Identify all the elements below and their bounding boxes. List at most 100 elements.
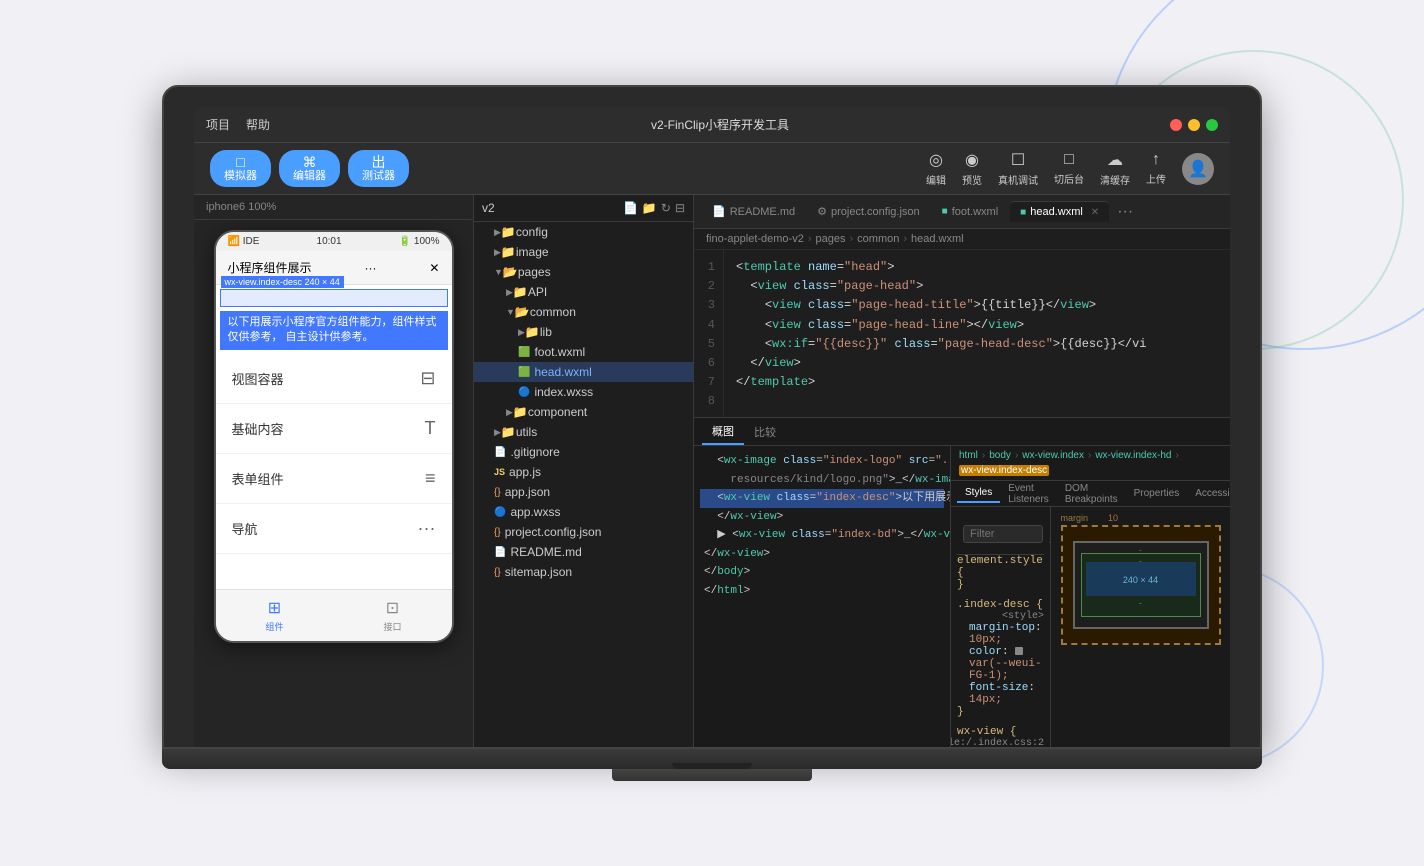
more-tabs-icon[interactable]: ··· (1111, 203, 1139, 221)
nav-interface[interactable]: ⊡ 接口 (334, 590, 452, 641)
stab-styles[interactable]: Styles (957, 484, 1000, 503)
editor-area: 📄 README.md ⚙ project.config.json ■ foot… (694, 195, 1230, 747)
tree-item-label: app.wxss (510, 505, 560, 519)
clear-cache-action[interactable]: ☁ 清缓存 (1100, 150, 1130, 187)
tree-item-label: pages (518, 265, 551, 279)
phone-header-close[interactable]: ✕ (429, 261, 439, 275)
highlight-label: wx-view.index-desc 240 × 44 (221, 276, 344, 288)
list-item-nav[interactable]: 导航 ··· (216, 504, 452, 554)
readme-tab-icon: 📄 (712, 205, 726, 218)
edit-action[interactable]: ◎ 编辑 (926, 150, 946, 187)
elem-wx-view-hd[interactable]: wx-view.index-hd (1095, 450, 1171, 461)
tree-item-label: common (530, 305, 576, 319)
phone-header-menu[interactable]: ··· (364, 261, 376, 275)
dom-view[interactable]: <wx-image class="index-logo" src="../res… (694, 446, 950, 747)
tree-item-README-md[interactable]: 📄 README.md (474, 542, 693, 562)
phone-nav: ⊞ 组件 ⊡ 接口 (216, 589, 452, 641)
preview-action[interactable]: ◉ 预览 (962, 150, 982, 187)
elem-wx-view-index[interactable]: wx-view.index (1022, 450, 1084, 461)
laptop-screen-frame: 项目 帮助 v2-FinClip小程序开发工具 □ (162, 85, 1262, 749)
filter-input[interactable] (963, 525, 1043, 543)
tab-project-config[interactable]: ⚙ project.config.json (807, 201, 930, 222)
tree-item-label: app.js (509, 465, 541, 479)
app-window: 项目 帮助 v2-FinClip小程序开发工具 □ (194, 107, 1230, 747)
user-avatar[interactable]: 👤 (1182, 153, 1214, 185)
title-bar: 项目 帮助 v2-FinClip小程序开发工具 (194, 107, 1230, 143)
file-tree-items: ▶ 📁 config▶ 📁 image▼ 📂 pages▶ 📁 API▼ 📂 c… (474, 222, 693, 582)
preview-icon: ◉ (965, 150, 979, 170)
new-file-icon[interactable]: 📄 (623, 201, 638, 215)
tree-item-config[interactable]: ▶ 📁 config (474, 222, 693, 242)
breadcrumb-item-0[interactable]: fino-applet-demo-v2 (706, 233, 804, 245)
tester-button[interactable]: 出 测试器 (348, 150, 409, 188)
tab-head-wxml[interactable]: ■ head.wxml ✕ (1010, 201, 1109, 222)
collapse-icon[interactable]: ⊟ (675, 201, 685, 215)
phone-time: 10:01 (317, 236, 342, 247)
breadcrumb-item-1[interactable]: pages (816, 233, 846, 245)
basic-content-icon: T (425, 418, 436, 439)
tree-item-utils[interactable]: ▶ 📁 utils (474, 422, 693, 442)
phone-header-title: 小程序组件展示 (228, 259, 312, 276)
upload-action[interactable]: ↑ 上传 (1146, 151, 1166, 186)
dom-line-selected[interactable]: <wx-view class="index-desc">以下用展示小程序官方组件… (700, 489, 944, 508)
btab-overview[interactable]: 概图 (702, 419, 744, 445)
tree-item-lib[interactable]: ▶ 📁 lib (474, 322, 693, 342)
new-folder-icon[interactable]: 📁 (642, 201, 657, 215)
close-button[interactable] (1170, 119, 1182, 131)
simulator-button[interactable]: □ 模拟器 (210, 150, 271, 188)
tree-item-head-wxml[interactable]: 🟩 head.wxml (474, 362, 693, 382)
head-wxml-label: head.wxml (1030, 206, 1083, 218)
menu-item-project[interactable]: 项目 (206, 116, 230, 133)
element-breadcrumb: html › body › wx-view.index › wx-view.in… (951, 446, 1230, 481)
elem-wx-view-desc[interactable]: wx-view.index-desc (959, 465, 1049, 476)
menu-item-help[interactable]: 帮助 (246, 116, 270, 133)
tree-item-project-config.json[interactable]: {} project.config.json (474, 522, 693, 542)
nav-components[interactable]: ⊞ 组件 (216, 590, 334, 641)
tree-item-index-wxss[interactable]: 🔵 index.wxss (474, 382, 693, 402)
code-line-1: <template name="head"> (736, 258, 1218, 277)
list-item-form[interactable]: 表单组件 ≡ (216, 454, 452, 504)
background-action[interactable]: □ 切后台 (1054, 151, 1084, 186)
stab-accessibility[interactable]: Accessibility (1187, 485, 1230, 502)
minimize-button[interactable] (1188, 119, 1200, 131)
tree-item-app-wxss[interactable]: 🔵 app.wxss (474, 502, 693, 522)
elem-html[interactable]: html (959, 450, 978, 461)
box-border-area: - - 240 × 44 (1073, 541, 1209, 629)
box-content-area: 240 × 44 (1086, 562, 1196, 596)
device-debug-icon: ☐ (1011, 150, 1025, 170)
breadcrumb-item-3[interactable]: head.wxml (911, 233, 964, 245)
editor-button[interactable]: ⌘ 编辑器 (279, 150, 340, 188)
code-editor[interactable]: 12345678 <template name="head"> <view cl… (694, 250, 1230, 417)
btab-compare[interactable]: 比较 (744, 420, 786, 444)
form-icon: ≡ (425, 468, 436, 489)
tree-item-image[interactable]: ▶ 📁 image (474, 242, 693, 262)
tree-item-label: README.md (510, 545, 581, 559)
tree-item-app-json[interactable]: {} app.json (474, 482, 693, 502)
code-line-8 (736, 392, 1218, 411)
tree-item-common[interactable]: ▼ 📂 common (474, 302, 693, 322)
tree-item-foot-wxml[interactable]: 🟩 foot.wxml (474, 342, 693, 362)
maximize-button[interactable] (1206, 119, 1218, 131)
list-item-basic-content[interactable]: 基础内容 T (216, 404, 452, 454)
tree-item-pages[interactable]: ▼ 📂 pages (474, 262, 693, 282)
rule-index-desc: .index-desc { <style> margin-top: 10px; (957, 599, 1044, 718)
tree-item-component[interactable]: ▶ 📁 component (474, 402, 693, 422)
close-tab-icon[interactable]: ✕ (1091, 207, 1099, 218)
tree-item--gitignore[interactable]: 📄 .gitignore (474, 442, 693, 462)
tree-item-API[interactable]: ▶ 📁 API (474, 282, 693, 302)
stab-dom-breakpoints[interactable]: DOM Breakpoints (1057, 480, 1126, 508)
tree-item-app-js[interactable]: JS app.js (474, 462, 693, 482)
list-item-view-container[interactable]: 视图容器 ⊟ (216, 354, 452, 404)
breadcrumb-item-2[interactable]: common (857, 233, 899, 245)
stab-event-listeners[interactable]: Event Listeners (1000, 480, 1057, 508)
refresh-icon[interactable]: ↻ (661, 201, 671, 215)
phone-signal: 📶 IDE (228, 236, 260, 247)
tab-foot-wxml[interactable]: ■ foot.wxml (932, 202, 1009, 222)
stab-properties[interactable]: Properties (1126, 485, 1188, 502)
tree-item-sitemap-json[interactable]: {} sitemap.json (474, 562, 693, 582)
tree-item-label: foot.wxml (534, 345, 585, 359)
tab-readme[interactable]: 📄 README.md (702, 201, 805, 222)
bottom-panel: 概图 比较 <wx-image class="index-logo" src="… (694, 417, 1230, 747)
device-debug-action[interactable]: ☐ 真机调试 (998, 150, 1038, 187)
elem-body[interactable]: body (989, 450, 1011, 461)
